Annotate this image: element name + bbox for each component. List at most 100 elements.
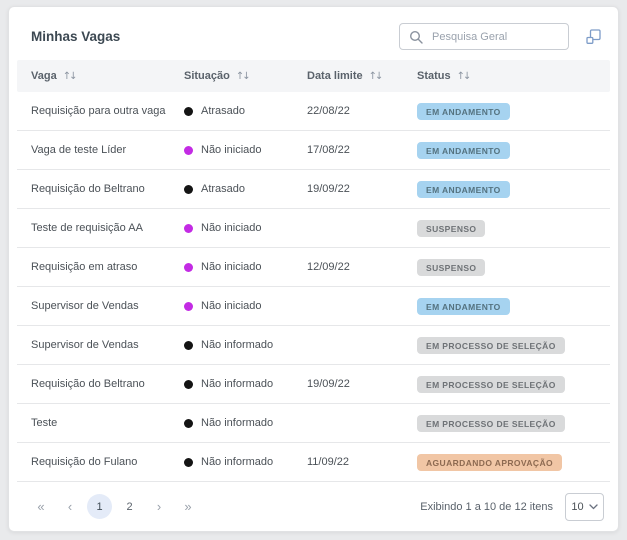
situacao-label: Não informado (201, 378, 273, 390)
table-row[interactable]: Requisição para outra vaga Atrasado 22/0… (17, 92, 610, 131)
status-badge: EM ANDAMENTO (417, 103, 510, 120)
page-button-2[interactable]: 2 (117, 494, 142, 519)
status-badge: EM ANDAMENTO (417, 181, 510, 198)
situacao-dot-icon (184, 380, 193, 389)
page-size-value: 10 (571, 501, 583, 513)
pagination-pages: 12 (87, 494, 142, 519)
situacao-label: Não iniciado (201, 261, 262, 273)
card-footer: « ‹ 12 › » Exibindo 1 a 10 de 12 itens 1… (9, 482, 618, 531)
column-header-data-limite[interactable]: Data limite ↑↓ (307, 70, 417, 82)
page-button-1[interactable]: 1 (87, 494, 112, 519)
table-body: Requisição para outra vaga Atrasado 22/0… (17, 92, 610, 482)
situacao-label: Não iniciado (201, 222, 262, 234)
table-row[interactable]: Requisição em atraso Não iniciado 12/09/… (17, 248, 610, 287)
status-badge: SUSPENSO (417, 259, 485, 276)
status-cell: EM PROCESSO DE SELEÇÃO (417, 337, 610, 354)
status-cell: EM ANDAMENTO (417, 181, 610, 198)
status-badge: EM PROCESSO DE SELEÇÃO (417, 415, 565, 432)
situacao-label: Atrasado (201, 105, 245, 117)
situacao-cell: Não informado (184, 339, 307, 351)
situacao-dot-icon (184, 302, 193, 311)
column-header-vaga[interactable]: Vaga ↑↓ (17, 70, 184, 82)
status-cell: SUSPENSO (417, 220, 610, 237)
situacao-cell: Atrasado (184, 183, 307, 195)
status-cell: EM ANDAMENTO (417, 298, 610, 315)
vaga-cell: Requisição do Fulano (17, 456, 184, 468)
table-row[interactable]: Requisição do Beltrano Não informado 19/… (17, 365, 610, 404)
situacao-label: Não informado (201, 339, 273, 351)
column-header-status[interactable]: Status ↑↓ (417, 70, 610, 82)
situacao-label: Não informado (201, 417, 273, 429)
situacao-cell: Não informado (184, 378, 307, 390)
situacao-label: Não informado (201, 456, 273, 468)
situacao-dot-icon (184, 107, 193, 116)
status-cell: AGUARDANDO APROVAÇÃO (417, 454, 610, 471)
situacao-label: Atrasado (201, 183, 245, 195)
table-row[interactable]: Teste Não informado EM PROCESSO DE SELEÇ… (17, 404, 610, 443)
data-limite-cell: 11/09/22 (307, 456, 417, 468)
situacao-cell: Atrasado (184, 105, 307, 117)
situacao-cell: Não iniciado (184, 144, 307, 156)
vaga-cell: Requisição do Beltrano (17, 183, 184, 195)
items-summary: Exibindo 1 a 10 de 12 itens (420, 501, 553, 513)
table-row[interactable]: Supervisor de Vendas Não iniciado EM AND… (17, 287, 610, 326)
status-badge: SUSPENSO (417, 220, 485, 237)
status-badge: EM ANDAMENTO (417, 142, 510, 159)
table-header-row: Vaga ↑↓ Situação ↑↓ Data limite ↑↓ Statu… (17, 60, 610, 92)
status-badge: EM PROCESSO DE SELEÇÃO (417, 337, 565, 354)
situacao-cell: Não informado (184, 417, 307, 429)
status-cell: EM PROCESSO DE SELEÇÃO (417, 376, 610, 393)
situacao-dot-icon (184, 224, 193, 233)
search-input[interactable] (430, 30, 559, 44)
vaga-cell: Teste de requisição AA (17, 222, 184, 234)
status-badge: AGUARDANDO APROVAÇÃO (417, 454, 562, 471)
search-box (399, 23, 569, 50)
card-header: Minhas Vagas (9, 7, 618, 60)
table-row[interactable]: Supervisor de Vendas Não informado EM PR… (17, 326, 610, 365)
sort-icon[interactable]: ↑↓ (369, 71, 382, 82)
last-page-button[interactable]: » (176, 495, 200, 519)
first-page-button[interactable]: « (29, 495, 53, 519)
expand-button[interactable] (582, 26, 604, 48)
vaga-cell: Supervisor de Vendas (17, 300, 184, 312)
previous-page-button[interactable]: ‹ (58, 495, 82, 519)
situacao-dot-icon (184, 419, 193, 428)
vaga-cell: Requisição para outra vaga (17, 105, 184, 117)
situacao-dot-icon (184, 341, 193, 350)
vaga-cell: Requisição do Beltrano (17, 378, 184, 390)
page-size-select[interactable]: 10 (565, 493, 604, 521)
vaga-cell: Requisição em atraso (17, 261, 184, 273)
status-cell: EM PROCESSO DE SELEÇÃO (417, 415, 610, 432)
table-row[interactable]: Requisição do Fulano Não informado 11/09… (17, 443, 610, 482)
pagination: « ‹ 12 › » (29, 494, 420, 519)
situacao-cell: Não informado (184, 456, 307, 468)
column-header-situacao[interactable]: Situação ↑↓ (184, 70, 307, 82)
minhas-vagas-card: Minhas Vagas Vaga ↑↓ (8, 6, 619, 532)
expand-icon (585, 28, 602, 45)
table-row[interactable]: Requisição do Beltrano Atrasado 19/09/22… (17, 170, 610, 209)
data-limite-cell: 19/09/22 (307, 183, 417, 195)
table-row[interactable]: Teste de requisição AA Não iniciado SUSP… (17, 209, 610, 248)
situacao-label: Não iniciado (201, 300, 262, 312)
vaga-cell: Teste (17, 417, 184, 429)
status-cell: EM ANDAMENTO (417, 103, 610, 120)
page-title: Minhas Vagas (31, 29, 399, 44)
status-cell: EM ANDAMENTO (417, 142, 610, 159)
situacao-label: Não iniciado (201, 144, 262, 156)
table-row[interactable]: Vaga de teste Líder Não iniciado 17/08/2… (17, 131, 610, 170)
search-icon (409, 30, 423, 44)
sort-icon[interactable]: ↑↓ (457, 71, 470, 82)
sort-icon[interactable]: ↑↓ (236, 71, 249, 82)
situacao-dot-icon (184, 458, 193, 467)
status-cell: SUSPENSO (417, 259, 610, 276)
data-limite-cell: 12/09/22 (307, 261, 417, 273)
chevron-down-icon (589, 504, 598, 510)
status-badge: EM ANDAMENTO (417, 298, 510, 315)
next-page-button[interactable]: › (147, 495, 171, 519)
data-limite-cell: 22/08/22 (307, 105, 417, 117)
vaga-cell: Supervisor de Vendas (17, 339, 184, 351)
situacao-cell: Não iniciado (184, 300, 307, 312)
sort-icon[interactable]: ↑↓ (63, 71, 76, 82)
data-limite-cell: 19/09/22 (307, 378, 417, 390)
situacao-dot-icon (184, 146, 193, 155)
